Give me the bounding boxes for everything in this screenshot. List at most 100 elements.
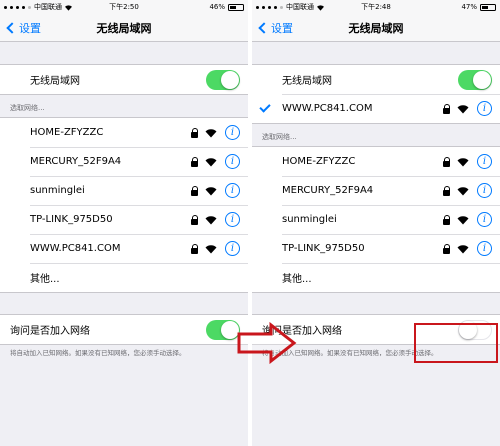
network-name: sunminglei <box>282 214 337 225</box>
wifi-toggle-row: 无线局域网 <box>0 65 248 94</box>
status-bar: 中国联通 下午2:48 47% <box>252 0 500 14</box>
info-icon[interactable]: i <box>225 241 240 256</box>
chevron-left-icon <box>258 22 270 34</box>
lock-icon <box>443 156 451 167</box>
battery-icon <box>480 3 496 11</box>
wifi-signal-icon <box>457 244 469 253</box>
network-item[interactable]: TP-LINK_975D50 i <box>252 234 500 263</box>
ask-join-row: 询问是否加入网络 <box>0 315 248 344</box>
network-name: HOME-ZFYZZC <box>30 127 104 138</box>
info-icon[interactable]: i <box>225 212 240 227</box>
network-list: HOME-ZFYZZC i MERCURY_52F9A4 i sunmingle… <box>252 146 500 293</box>
ask-join-label: 询问是否加入网络 <box>10 326 90 337</box>
info-icon[interactable]: i <box>225 154 240 169</box>
wifi-signal-icon <box>457 186 469 195</box>
network-list: HOME-ZFYZZC i MERCURY_52F9A4 i sunmingle… <box>0 117 248 293</box>
arrow-right-icon <box>237 322 297 364</box>
wifi-signal-icon <box>205 215 217 224</box>
info-icon[interactable]: i <box>477 183 492 198</box>
carrier-name: 中国联通 <box>286 3 314 11</box>
other-network-item[interactable]: 其他... <box>0 263 248 292</box>
network-item[interactable]: WWW.PC841.COM i <box>0 234 248 263</box>
network-item[interactable]: HOME-ZFYZZC i <box>0 118 248 147</box>
info-icon[interactable]: i <box>477 212 492 227</box>
back-button[interactable]: 设置 <box>6 20 41 36</box>
checkmark-icon <box>259 101 271 113</box>
wifi-signal-icon <box>457 215 469 224</box>
status-time: 下午2:50 <box>109 3 139 11</box>
info-icon[interactable]: i <box>225 125 240 140</box>
network-name: sunminglei <box>30 185 85 196</box>
status-bar: 中国联通 下午2:50 46% <box>0 0 248 14</box>
lock-icon <box>443 243 451 254</box>
ask-join-group: 询问是否加入网络 <box>0 314 248 345</box>
network-item[interactable]: sunminglei i <box>0 176 248 205</box>
carrier-signal: 中国联通 <box>4 2 94 12</box>
left-phone-screen: 中国联通 下午2:50 46% 设置 无线局域网 无线局域网 选取网络... H… <box>0 0 248 446</box>
network-name: HOME-ZFYZZC <box>282 156 356 167</box>
wifi-status-icon <box>65 4 72 11</box>
navigation-bar: 设置 无线局域网 <box>0 14 248 42</box>
lock-icon <box>191 185 199 196</box>
info-icon[interactable]: i <box>477 241 492 256</box>
wifi-status-icon <box>317 4 324 11</box>
wifi-signal-icon <box>205 186 217 195</box>
wifi-toggle-label: 无线局域网 <box>30 76 80 87</box>
wifi-toggle-switch[interactable] <box>458 69 492 90</box>
battery-percent: 47% <box>461 3 477 11</box>
network-name: WWW.PC841.COM <box>282 103 373 114</box>
wifi-signal-icon <box>457 157 469 166</box>
right-phone-screen: 中国联通 下午2:48 47% 设置 无线局域网 无线局域网 WWW.PC841… <box>252 0 500 446</box>
lock-icon <box>443 214 451 225</box>
wifi-toggle-group: 无线局域网 <box>0 64 248 95</box>
network-item[interactable]: HOME-ZFYZZC i <box>252 147 500 176</box>
network-item[interactable]: sunminglei i <box>252 205 500 234</box>
ask-join-toggle[interactable] <box>206 319 240 340</box>
lock-icon <box>191 243 199 254</box>
wifi-toggle-group: 无线局域网 WWW.PC841.COM i <box>252 64 500 124</box>
connected-network-item[interactable]: WWW.PC841.COM i <box>252 94 500 123</box>
lock-icon <box>191 214 199 225</box>
highlight-box <box>414 323 498 363</box>
info-icon[interactable]: i <box>477 154 492 169</box>
wifi-signal-icon <box>457 104 469 113</box>
back-button[interactable]: 设置 <box>258 20 293 36</box>
status-time: 下午2:48 <box>361 3 391 11</box>
lock-icon <box>191 156 199 167</box>
section-header: 选取网络... <box>262 133 297 141</box>
info-icon[interactable]: i <box>225 183 240 198</box>
lock-icon <box>443 103 451 114</box>
info-icon[interactable]: i <box>477 101 492 116</box>
network-name: TP-LINK_975D50 <box>282 243 365 254</box>
network-item[interactable]: TP-LINK_975D50 i <box>0 205 248 234</box>
wifi-signal-icon <box>205 157 217 166</box>
wifi-signal-icon <box>205 128 217 137</box>
network-name: MERCURY_52F9A4 <box>30 156 122 167</box>
battery-status: 46% <box>154 3 244 11</box>
ask-join-note: 将自动加入已知网络。如果没有已知网络，您必须手动选择。 <box>10 349 186 357</box>
lock-icon <box>443 185 451 196</box>
back-button-label: 设置 <box>19 22 41 35</box>
navigation-bar: 设置 无线局域网 <box>252 14 500 42</box>
other-network-item[interactable]: 其他... <box>252 263 500 292</box>
network-item[interactable]: MERCURY_52F9A4 i <box>0 147 248 176</box>
carrier-name: 中国联通 <box>34 3 62 11</box>
wifi-toggle-label: 无线局域网 <box>282 76 332 87</box>
network-name: MERCURY_52F9A4 <box>282 185 374 196</box>
carrier-signal: 中国联通 <box>256 2 346 12</box>
other-network-label: 其他... <box>282 274 312 285</box>
network-name: WWW.PC841.COM <box>30 243 121 254</box>
network-item[interactable]: MERCURY_52F9A4 i <box>252 176 500 205</box>
battery-status: 47% <box>406 3 496 11</box>
other-network-label: 其他... <box>30 274 60 285</box>
section-header: 选取网络... <box>10 104 45 112</box>
wifi-toggle-switch[interactable] <box>206 69 240 90</box>
wifi-signal-icon <box>205 244 217 253</box>
network-name: TP-LINK_975D50 <box>30 214 113 225</box>
battery-icon <box>228 3 244 11</box>
chevron-left-icon <box>6 22 18 34</box>
lock-icon <box>191 127 199 138</box>
back-button-label: 设置 <box>271 22 293 35</box>
wifi-toggle-row: 无线局域网 <box>252 65 500 94</box>
battery-percent: 46% <box>209 3 225 11</box>
